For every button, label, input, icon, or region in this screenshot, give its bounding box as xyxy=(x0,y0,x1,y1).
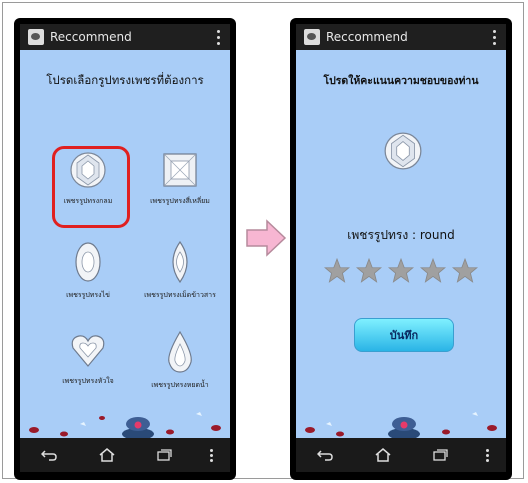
gem-label-oval: เพชรรูปทรงไข่ xyxy=(66,291,110,299)
rating-star-4[interactable] xyxy=(420,258,446,284)
gem-option-oval[interactable]: เพชรรูปทรงไข่ xyxy=(43,240,133,301)
oval-diamond-icon xyxy=(75,242,101,282)
shape-label: เพชรรูปทรง : round xyxy=(347,228,455,242)
overflow-menu-icon[interactable] xyxy=(217,29,220,45)
rating-star-3[interactable] xyxy=(388,258,414,284)
navigation-bar xyxy=(296,438,506,472)
decorative-floor xyxy=(305,412,497,438)
rating-screen: โปรดให้คะแนนความชอบของท่าน เพชรรูปทรง : … xyxy=(296,50,506,438)
home-icon[interactable] xyxy=(95,445,119,465)
app-title: Reccommend xyxy=(50,30,132,44)
app-title: Reccommend xyxy=(326,30,408,44)
action-bar: Reccommend xyxy=(296,24,506,50)
gem-label-princess: เพชรรูปทรงสี่เหลี่ยม xyxy=(150,197,210,205)
gem-option-round[interactable]: เพชรรูปทรงกลม xyxy=(43,150,133,207)
heart-diamond-icon xyxy=(71,335,105,367)
select-heading: โปรดเลือกรูปทรงเพชรที่ต้องการ xyxy=(46,73,204,87)
gem-option-heart[interactable]: เพชรรูปทรงหัวใจ xyxy=(43,330,133,387)
rating-star-5[interactable] xyxy=(452,258,478,284)
gem-label-pear: เพชรรูปทรงหยดน้ำ xyxy=(151,381,209,389)
navigation-bar xyxy=(20,438,230,472)
home-icon[interactable] xyxy=(371,445,395,465)
recent-apps-icon[interactable] xyxy=(428,445,452,465)
princess-diamond-icon xyxy=(163,153,197,187)
app-logo-icon xyxy=(28,29,44,45)
phone-left: Reccommend โปรดเลือกรูปทรงเพชรที่ต้องการ… xyxy=(14,18,236,480)
rating-star-1[interactable] xyxy=(324,258,350,284)
gem-label-marquise: เพชรรูปทรงเม็ดข้าวสาร xyxy=(144,291,216,299)
save-button[interactable]: บันทึก xyxy=(354,318,454,352)
gem-option-pear[interactable]: เพชรรูปทรงหยดน้ำ xyxy=(135,330,225,391)
recent-apps-icon[interactable] xyxy=(152,445,176,465)
gem-label-round: เพชรรูปทรงกลม xyxy=(63,197,113,205)
rating-heading: โปรดให้คะแนนความชอบของท่าน xyxy=(323,75,479,87)
round-diamond-icon xyxy=(70,152,106,188)
overflow-menu-icon[interactable] xyxy=(493,29,496,45)
phone-right: Reccommend โปรดให้คะแนนความชอบของท่าน เพ… xyxy=(290,18,512,480)
decorative-floor xyxy=(29,412,221,438)
nav-menu-icon[interactable] xyxy=(210,448,214,462)
rating-star-2[interactable] xyxy=(356,258,382,284)
gem-option-marquise[interactable]: เพชรรูปทรงเม็ดข้าวสาร xyxy=(135,240,225,301)
star-rating[interactable] xyxy=(296,258,506,284)
round-diamond-icon xyxy=(384,132,422,170)
back-icon[interactable] xyxy=(37,445,61,465)
gem-option-princess[interactable]: เพชรรูปทรงสี่เหลี่ยม xyxy=(135,150,225,207)
back-icon[interactable] xyxy=(313,445,337,465)
action-bar: Reccommend xyxy=(20,24,230,50)
marquise-diamond-icon xyxy=(172,240,188,284)
gem-label-heart: เพชรรูปทรงหัวใจ xyxy=(62,377,114,385)
nav-menu-icon[interactable] xyxy=(486,448,490,462)
transition-arrow-icon xyxy=(246,219,287,257)
app-logo-icon xyxy=(304,29,320,45)
pear-diamond-icon xyxy=(168,330,192,373)
gem-selection-screen: โปรดเลือกรูปทรงเพชรที่ต้องการ เพชรรูปทรง… xyxy=(20,50,230,438)
